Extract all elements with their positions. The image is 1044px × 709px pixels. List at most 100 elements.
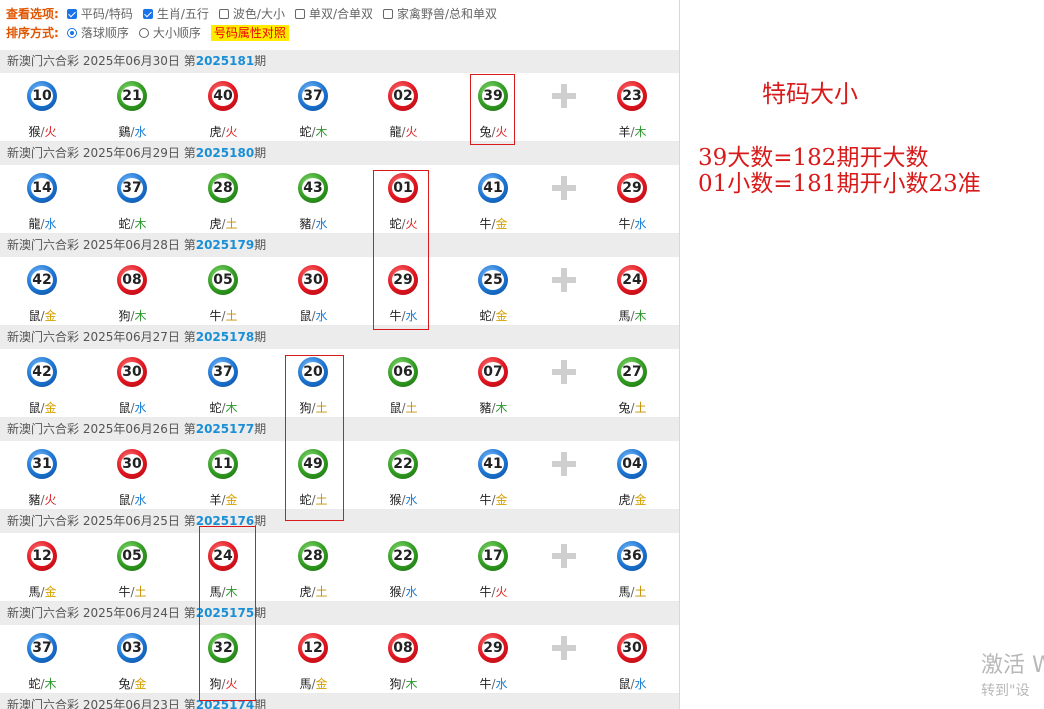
zodiac-element-label: 猴/水 (381, 491, 426, 508)
option-color-size[interactable]: 波色/大小 (218, 5, 285, 22)
element-label: 水 (134, 493, 147, 507)
element-label: 金 (44, 309, 57, 323)
zodiac-element-label: 兔/火 (471, 123, 516, 140)
draw-date: 新澳门六合彩 2025年06月27日 第 (7, 330, 196, 344)
element-label: 火 (405, 217, 418, 231)
ball-number: 04 (621, 454, 643, 474)
sort-draw-order[interactable]: 落球顺序 (66, 24, 129, 41)
draw-date: 新澳门六合彩 2025年06月25日 第 (7, 514, 196, 528)
ball-number: 42 (31, 362, 53, 382)
zodiac-animal: 虎 (299, 585, 312, 599)
number-ball: 28 (208, 173, 238, 203)
element-label: 水 (405, 585, 418, 599)
zodiac-animal: 牛 (618, 217, 631, 231)
ball-number: 11 (212, 454, 234, 474)
zodiac-element-label: 牛/水 (471, 675, 516, 692)
number-ball: 28 (298, 541, 328, 571)
draw-issue-number[interactable]: 2025174 (196, 698, 254, 709)
number-ball: 03 (117, 633, 147, 663)
draw-issue-number[interactable]: 2025180 (196, 146, 254, 160)
ball-number: 30 (302, 270, 324, 290)
option-zodiac-element[interactable]: 生肖/五行 (142, 5, 209, 22)
draw-date: 新澳门六合彩 2025年06月30日 第 (7, 54, 196, 68)
element-label: 金 (225, 493, 238, 507)
special-number-ball: 23 (617, 81, 647, 111)
number-ball: 22 (388, 449, 418, 479)
draw-issue-number[interactable]: 2025176 (196, 514, 254, 528)
element-label: 土 (405, 401, 418, 415)
ball-number: 40 (212, 86, 234, 106)
element-label: 水 (134, 401, 147, 415)
checkbox-icon[interactable] (142, 8, 153, 19)
radio-icon[interactable] (138, 27, 149, 38)
draw-record: 新澳门六合彩 2025年06月27日 第2025178期 42 30 37 20 06 07… (0, 326, 679, 418)
zodiac-animal: 羊 (209, 493, 222, 507)
element-label: 木 (315, 125, 328, 139)
number-ball: 06 (388, 357, 418, 387)
element-label: 金 (495, 217, 508, 231)
number-ball: 30 (117, 449, 147, 479)
zodiac-element-label: 鼠/水 (110, 491, 155, 508)
zodiac-animal: 兔 (479, 125, 492, 139)
radio-icon[interactable] (66, 27, 77, 38)
ball-number: 37 (212, 362, 234, 382)
element-label: 金 (315, 677, 328, 691)
draw-issue-number[interactable]: 2025178 (196, 330, 254, 344)
zodiac-element-label: 狗/土 (291, 399, 336, 416)
draw-issue-suffix: 期 (254, 146, 267, 160)
zodiac-animal: 牛 (479, 585, 492, 599)
special-number-ball: 24 (617, 265, 647, 295)
zodiac-element-label: 兔/土 (610, 399, 655, 416)
zodiac-element-label: 虎/火 (201, 123, 246, 140)
number-ball: 37 (298, 81, 328, 111)
draw-header: 新澳门六合彩 2025年06月25日 第2025176期 (0, 510, 679, 533)
view-options-row: 查看选项: 平码/特码 生肖/五行 波色/大小 单双/合单双 家禽野兽/总和单双 (6, 4, 679, 23)
option-poultry-beast[interactable]: 家禽野兽/总和单双 (383, 5, 497, 22)
number-ball: 08 (388, 633, 418, 663)
element-label: 木 (495, 401, 508, 415)
number-ball: 12 (298, 633, 328, 663)
number-attribute-button[interactable]: 号码属性对照 (210, 24, 289, 41)
ball-number: 05 (212, 270, 234, 290)
zodiac-row: 蛇/木 兔/金 狗/火 馬/金 狗/木 牛/水 鼠/水 (0, 671, 679, 694)
checkbox-icon[interactable] (218, 8, 229, 19)
option-odd-even[interactable]: 单双/合单双 (294, 5, 373, 22)
draw-issue-number[interactable]: 2025175 (196, 606, 254, 620)
checkbox-icon[interactable] (383, 8, 393, 19)
zodiac-element-label: 牛/火 (471, 583, 516, 600)
zodiac-animal: 牛 (479, 493, 492, 507)
number-ball: 05 (208, 265, 238, 295)
zodiac-row: 猴/火 鷄/水 虎/火 蛇/木 龍/火 兔/火 羊/木 (0, 119, 679, 142)
zodiac-animal: 狗 (118, 309, 131, 323)
number-ball: 42 (27, 265, 57, 295)
zodiac-element-label: 牛/土 (201, 307, 246, 324)
draw-issue-suffix: 期 (254, 514, 267, 528)
draw-issue-number[interactable]: 2025179 (196, 238, 254, 252)
zodiac-animal: 羊 (618, 125, 631, 139)
element-label: 金 (495, 309, 508, 323)
zodiac-element-label: 鼠/水 (291, 307, 336, 324)
ball-number: 24 (621, 270, 643, 290)
ball-number: 02 (392, 86, 414, 106)
zodiac-element-label: 羊/木 (610, 123, 655, 140)
zodiac-element-label: 牛/水 (610, 215, 655, 232)
element-label: 火 (495, 125, 508, 139)
number-ball: 31 (27, 449, 57, 479)
option-flat-special[interactable]: 平码/特码 (66, 5, 133, 22)
ball-number: 32 (212, 638, 234, 658)
draw-issue-number[interactable]: 2025177 (196, 422, 254, 436)
sort-size-order[interactable]: 大小顺序 (138, 24, 201, 41)
draw-header: 新澳门六合彩 2025年06月24日 第2025175期 (0, 602, 679, 625)
checkbox-icon[interactable] (66, 8, 77, 19)
number-ball: 14 (27, 173, 57, 203)
ball-number: 27 (621, 362, 643, 382)
zodiac-element-label: 馬/木 (201, 583, 246, 600)
element-label: 水 (405, 493, 418, 507)
zodiac-animal: 蛇 (389, 217, 402, 231)
element-label: 木 (405, 677, 418, 691)
draw-issue-number[interactable]: 2025181 (196, 54, 254, 68)
checkbox-icon[interactable] (294, 8, 305, 19)
options-bar: 查看选项: 平码/特码 生肖/五行 波色/大小 单双/合单双 家禽野兽/总和单双… (0, 0, 679, 50)
plus-icon (552, 544, 576, 568)
zodiac-element-label: 牛/土 (110, 583, 155, 600)
